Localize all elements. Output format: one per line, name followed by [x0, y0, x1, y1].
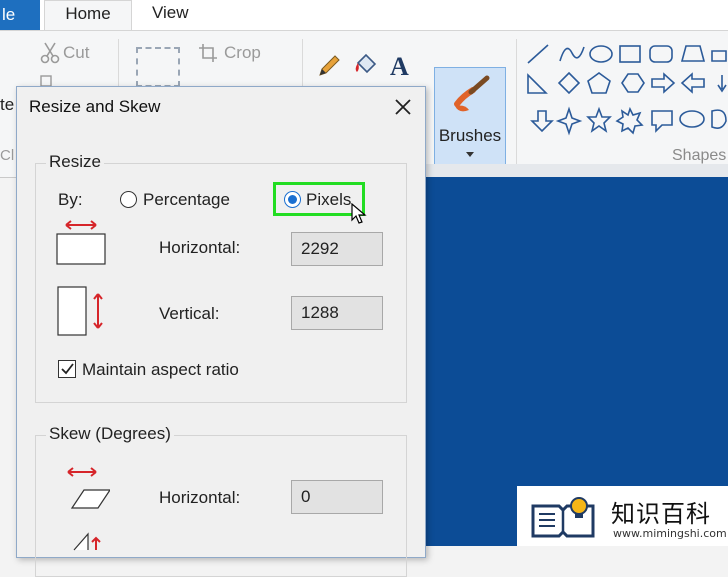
book-lightbulb-logo-icon	[531, 497, 595, 538]
chevron-down-icon	[466, 152, 474, 157]
horizontal-resize-icon	[56, 220, 106, 265]
resize-skew-dialog: Resize and Skew Resize By: Percentage Pi…	[16, 86, 426, 577]
clipboard-group-label-partial: Cl	[0, 147, 15, 164]
skew-legend: Skew (Degrees)	[46, 424, 174, 444]
resize-horizontal-label: Horizontal:	[159, 238, 241, 257]
tab-view[interactable]: View	[152, 0, 189, 30]
resize-vertical-label: Vertical:	[159, 304, 220, 323]
shapes-group-label: Shapes	[672, 147, 727, 164]
resize-horizontal-input[interactable]: 2292	[291, 232, 383, 266]
watermark: 知识百科 www.mimingshi.com	[517, 486, 728, 546]
paste-label-partial: te	[0, 95, 15, 114]
checkmark-icon	[61, 363, 74, 375]
skew-horizontal-input[interactable]: 0	[291, 480, 383, 514]
tab-file[interactable]: le	[0, 0, 40, 30]
mouse-cursor-icon	[351, 203, 367, 224]
dialog-title: Resize and Skew	[29, 97, 161, 116]
tab-home[interactable]: Home	[44, 0, 132, 31]
text-tool-icon[interactable]: A	[388, 53, 414, 79]
shapes-gallery[interactable]	[522, 41, 728, 137]
group-divider	[516, 39, 517, 169]
maintain-aspect-label[interactable]: Maintain aspect ratio	[82, 360, 239, 380]
watermark-url: www.mimingshi.com	[613, 527, 727, 540]
percentage-radio[interactable]	[120, 191, 137, 208]
pencil-icon[interactable]	[316, 53, 342, 79]
watermark-text: 知识百科	[611, 500, 711, 528]
scissors-icon[interactable]	[40, 41, 60, 65]
cut-button[interactable]: Cut	[63, 43, 89, 63]
skew-groupbox: Skew (Degrees) Horizontal: 0	[35, 424, 407, 577]
brushes-label: Brushes	[438, 126, 502, 145]
canvas-area-background	[423, 164, 728, 177]
skew-horizontal-label: Horizontal:	[159, 488, 241, 507]
percentage-label[interactable]: Percentage	[143, 190, 230, 210]
vertical-resize-icon	[57, 286, 103, 336]
brushes-button[interactable]: Brushes	[434, 67, 506, 165]
skew-horizontal-icon	[67, 467, 110, 509]
fill-bucket-icon[interactable]	[352, 51, 380, 79]
svg-text:A: A	[390, 53, 409, 79]
select-tool-icon[interactable]	[136, 47, 180, 87]
resize-legend: Resize	[46, 152, 104, 172]
brush-icon	[454, 75, 490, 112]
close-icon[interactable]	[389, 93, 417, 121]
crop-icon[interactable]	[198, 43, 218, 63]
crop-button[interactable]: Crop	[224, 43, 261, 63]
by-label: By:	[58, 190, 83, 209]
skew-vertical-icon	[73, 532, 101, 551]
resize-vertical-input[interactable]: 1288	[291, 296, 383, 330]
ribbon-tab-bar: le Home View	[0, 0, 728, 31]
maintain-aspect-checkbox[interactable]	[58, 360, 76, 378]
